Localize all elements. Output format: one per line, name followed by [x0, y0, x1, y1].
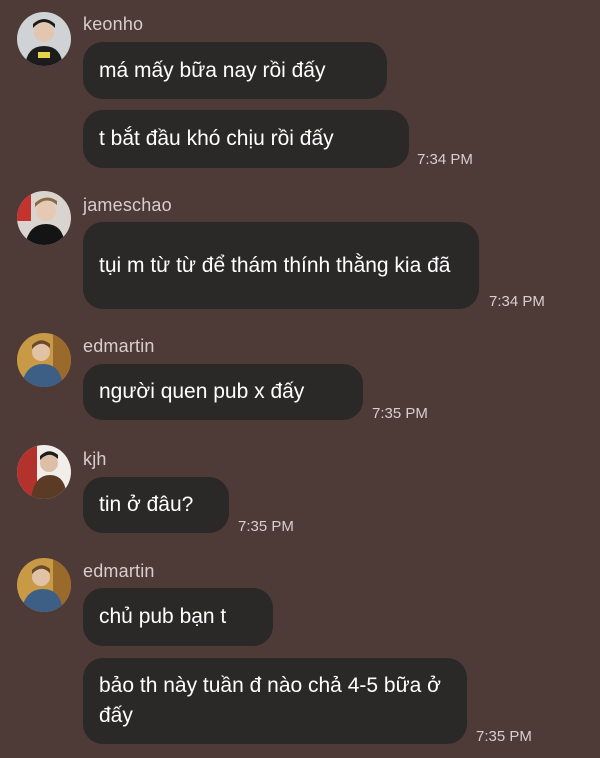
message-timestamp: 7:34 PM — [417, 151, 473, 168]
avatar[interactable] — [17, 445, 71, 499]
user-avatar-icon — [17, 191, 71, 245]
message-username[interactable]: jameschao — [83, 195, 172, 216]
message-timestamp: 7:34 PM — [489, 293, 545, 310]
avatar[interactable] — [17, 12, 71, 66]
message-username[interactable]: edmartin — [83, 336, 155, 357]
user-avatar-icon — [17, 333, 71, 387]
message-bubble[interactable]: t bắt đầu khó chịu rồi đấy — [83, 110, 409, 168]
user-avatar-icon — [17, 445, 71, 499]
message-username[interactable]: edmartin — [83, 561, 155, 582]
message-username[interactable]: kjh — [83, 449, 107, 470]
message-bubble[interactable]: người quen pub x đấy — [83, 364, 363, 420]
avatar[interactable] — [17, 191, 71, 245]
message-timestamp: 7:35 PM — [238, 518, 294, 535]
message-bubble[interactable]: chủ pub bạn t — [83, 588, 273, 646]
message-username[interactable]: keonho — [83, 14, 143, 35]
message-timestamp: 7:35 PM — [476, 728, 532, 745]
user-avatar-icon — [17, 12, 71, 66]
avatar[interactable] — [17, 333, 71, 387]
message-bubble[interactable]: tụi m từ từ để thám thính thằng kia đã — [83, 222, 479, 309]
user-avatar-icon — [17, 558, 71, 612]
message-bubble[interactable]: má mấy bữa nay rồi đấy — [83, 42, 387, 99]
avatar[interactable] — [17, 558, 71, 612]
message-bubble[interactable]: bảo th này tuần đ nào chả 4-5 bữa ở đấy — [83, 658, 467, 744]
message-timestamp: 7:35 PM — [372, 405, 428, 422]
message-bubble[interactable]: tin ở đâu? — [83, 477, 229, 533]
